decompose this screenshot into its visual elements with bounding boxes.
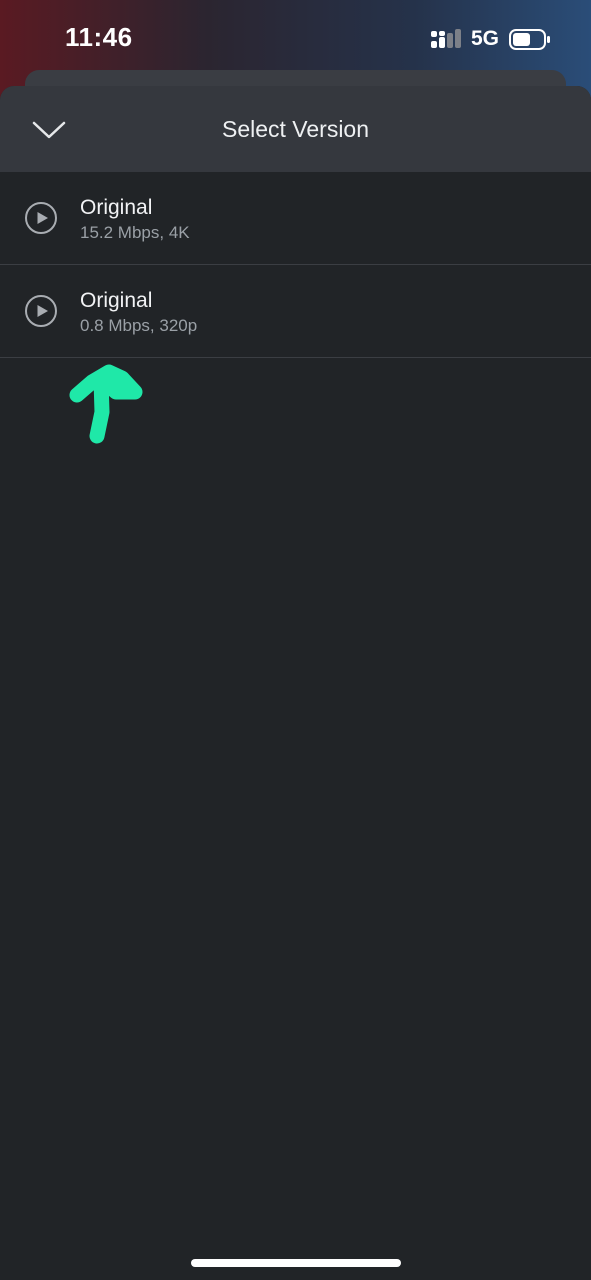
sheet-header: Select Version bbox=[0, 86, 591, 172]
play-icon bbox=[25, 295, 57, 327]
status-time: 11:46 bbox=[65, 22, 133, 52]
version-row-320p[interactable]: Original 0.8 Mbps, 320p bbox=[0, 265, 591, 358]
version-row-4k[interactable]: Original 15.2 Mbps, 4K bbox=[0, 172, 591, 265]
hand-drawn-arrow-up-icon bbox=[69, 364, 143, 444]
version-detail: 0.8 Mbps, 320p bbox=[80, 316, 198, 335]
version-name: Original bbox=[80, 196, 153, 219]
battery-icon bbox=[509, 29, 550, 50]
version-name: Original bbox=[80, 289, 153, 312]
cellular-signal-icon bbox=[431, 29, 461, 48]
sheet-title: Select Version bbox=[221, 116, 370, 142]
status-bar: 11:46 5G bbox=[0, 0, 591, 80]
play-icon bbox=[25, 202, 57, 234]
screen: 11:46 5G Select Version Original 15.2 Mb… bbox=[0, 0, 591, 1280]
home-indicator[interactable] bbox=[191, 1259, 401, 1267]
network-type-label: 5G bbox=[471, 27, 500, 50]
select-version-sheet: Select Version Original 15.2 Mbps, 4K Or… bbox=[0, 86, 591, 1280]
version-list: Original 15.2 Mbps, 4K Original 0.8 Mbps… bbox=[0, 172, 591, 358]
version-detail: 15.2 Mbps, 4K bbox=[80, 223, 190, 242]
